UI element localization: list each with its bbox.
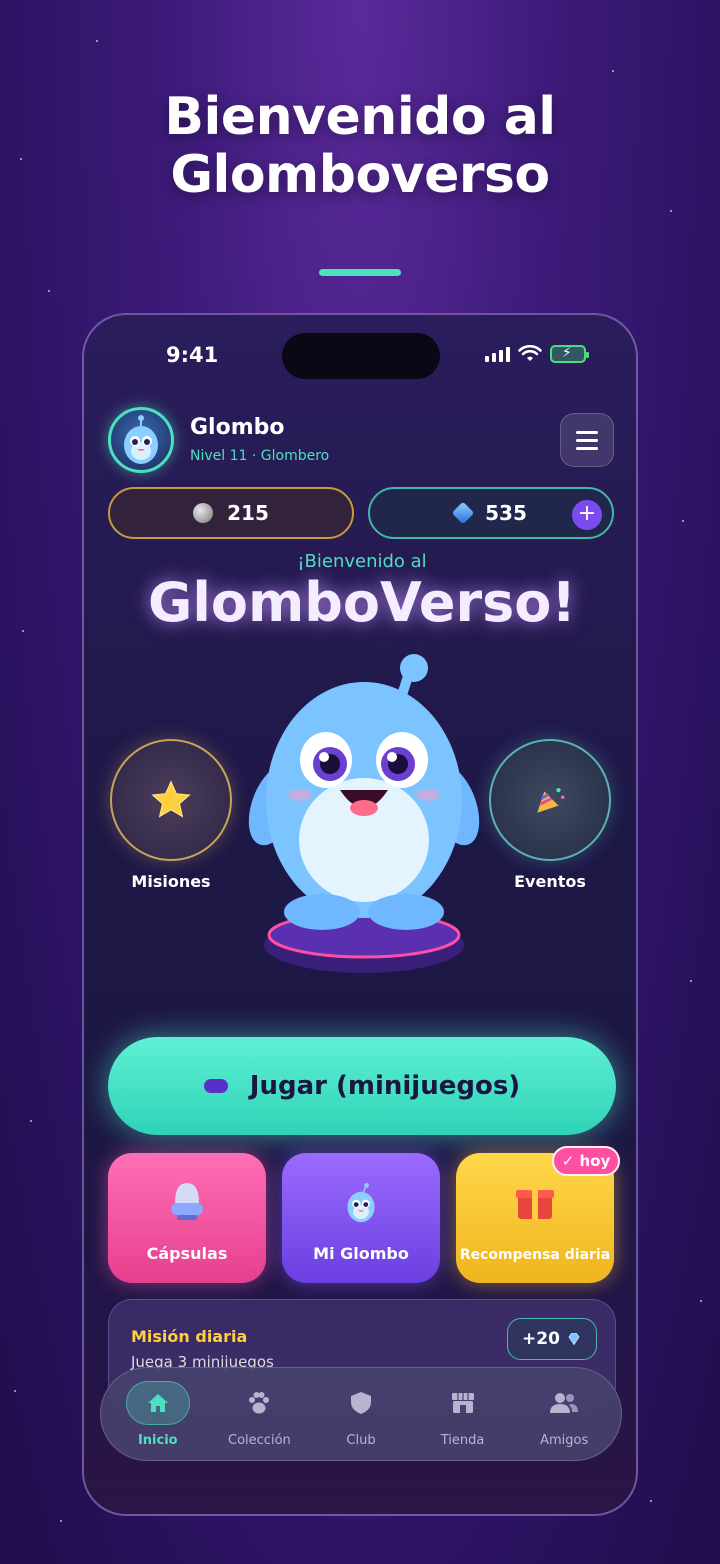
store-icon	[451, 1392, 474, 1413]
tab-tienda-label: Tienda	[440, 1432, 485, 1448]
tab-club[interactable]: Club	[313, 1381, 409, 1448]
welcome-subtitle: ¡Bienvenido al	[297, 551, 427, 572]
shield-icon	[350, 1391, 371, 1414]
my-glombo-label: Mi Glombo	[313, 1244, 409, 1263]
play-minigames-button[interactable]: Jugar (minijuegos)	[108, 1037, 616, 1135]
star-icon	[151, 780, 191, 818]
capsules-label: Cápsulas	[146, 1244, 228, 1263]
gamepad-icon	[203, 1079, 228, 1093]
profile-name: Glombo	[190, 415, 285, 440]
mission-title: Misión diaria	[131, 1327, 248, 1346]
moons-balance[interactable]: 215	[108, 487, 354, 539]
my-glombo-tile[interactable]: Mi Glombo	[282, 1153, 440, 1283]
party-popper-icon	[537, 787, 565, 813]
status-icons: ⚡	[485, 345, 589, 363]
paw-icon	[249, 1391, 270, 1413]
welcome-title: GlomboVerso!	[148, 571, 576, 634]
add-gems-button[interactable]: +	[572, 500, 602, 530]
dynamic-island	[282, 333, 440, 379]
events-button[interactable]	[489, 739, 611, 861]
tab-amigos[interactable]: Amigos	[516, 1381, 612, 1448]
profile-level: Nivel 11 · Glombero	[190, 448, 330, 464]
gems-balance[interactable]: 535 +	[368, 487, 614, 539]
daily-reward-label: Recompensa diaria	[459, 1247, 611, 1263]
battery-icon: ⚡	[550, 345, 589, 363]
today-badge: ✓ hoy	[552, 1146, 620, 1176]
gift-icon	[516, 1184, 554, 1219]
tab-club-label: Club	[346, 1432, 376, 1448]
moons-count: 215	[227, 501, 269, 525]
tab-coleccion-label: Colección	[228, 1432, 291, 1448]
wifi-icon	[518, 345, 542, 361]
glombo-mascot-icon	[248, 654, 480, 973]
bottom-tab-bar: Inicio Colección Club Tienda Amigos	[100, 1367, 622, 1461]
mission-reward: +20	[507, 1318, 597, 1360]
promo-title-line1: Bienvenido al	[164, 87, 556, 147]
missions-label: Misiones	[131, 872, 211, 891]
glombo-mascot[interactable]	[234, 650, 494, 980]
moon-icon	[193, 503, 214, 523]
friends-icon	[550, 1392, 579, 1413]
diamond-icon	[568, 1333, 580, 1346]
tab-inicio[interactable]: Inicio	[110, 1380, 206, 1448]
promo-title-line2: Glomboverso	[170, 145, 550, 205]
glombo-icon	[347, 1183, 375, 1223]
promo-underline	[319, 269, 401, 276]
avatar[interactable]	[108, 407, 174, 473]
capsule-icon	[171, 1183, 203, 1220]
events-label: Eventos	[514, 872, 586, 891]
tab-inicio-label: Inicio	[137, 1432, 178, 1448]
missions-button[interactable]	[110, 739, 232, 861]
menu-button[interactable]	[560, 413, 614, 467]
play-button-label: Jugar (minijuegos)	[249, 1071, 521, 1101]
home-icon	[147, 1393, 168, 1412]
signal-icon	[485, 346, 510, 362]
tab-coleccion[interactable]: Colección	[211, 1381, 307, 1448]
tab-amigos-label: Amigos	[540, 1432, 589, 1448]
capsules-tile[interactable]: Cápsulas	[108, 1153, 266, 1283]
phone-frame: 9:41 ⚡ Glombo Nivel 11 · Glombero 215 53	[82, 313, 638, 1516]
gems-count: 535	[485, 501, 527, 525]
status-time: 9:41	[166, 343, 219, 367]
glombo-avatar-icon	[124, 415, 158, 464]
promo-title: Bienvenido al Glomboverso	[0, 88, 720, 204]
gem-icon	[451, 501, 475, 525]
tab-tienda[interactable]: Tienda	[415, 1381, 511, 1448]
mission-reward-amount: +20	[522, 1329, 560, 1349]
